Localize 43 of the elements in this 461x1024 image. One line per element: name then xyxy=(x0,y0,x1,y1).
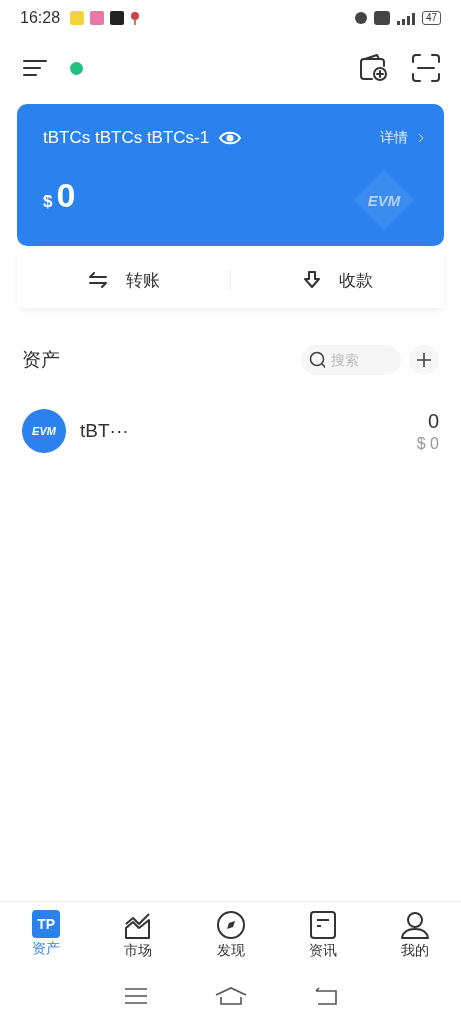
search-bar[interactable]: 搜索 xyxy=(301,345,401,375)
status-time: 16:28 xyxy=(20,9,61,27)
add-wallet-icon[interactable] xyxy=(359,53,389,83)
battery-indicator: 47 xyxy=(421,11,441,25)
location-pin-icon xyxy=(130,11,141,25)
home-icon[interactable] xyxy=(214,986,247,1006)
evm-watermark: EVM xyxy=(354,170,414,230)
news-icon xyxy=(307,910,338,940)
search-icon xyxy=(309,351,325,369)
token-value: $ 0 xyxy=(416,434,439,453)
chevron-right-icon[interactable] xyxy=(418,133,424,143)
add-asset-button[interactable] xyxy=(409,345,439,375)
eye-icon[interactable] xyxy=(219,130,242,146)
tab[interactable]: 资讯 xyxy=(276,906,369,968)
token-logo: EVM xyxy=(22,409,66,453)
tab[interactable]: 发现 xyxy=(184,906,277,968)
tab[interactable]: TP 资产 xyxy=(0,906,93,968)
total-balance: 0 xyxy=(56,176,76,215)
token-amount: 0 xyxy=(427,409,439,433)
assets-heading: 资产 xyxy=(22,348,61,372)
search-input[interactable]: 搜索 xyxy=(329,351,393,369)
app-logo: TP xyxy=(32,910,61,938)
receive-button[interactable]: 收款 xyxy=(231,252,444,308)
tab[interactable]: 市场 xyxy=(92,906,185,968)
wallet-name: tBTCs tBTCs tBTCs-1 xyxy=(43,128,210,148)
scan-icon[interactable] xyxy=(411,53,441,83)
transfer-button[interactable]: 转账 xyxy=(17,252,230,308)
menu-icon[interactable] xyxy=(22,58,48,78)
download-arrow-icon xyxy=(302,271,321,289)
app-notification-icon xyxy=(90,11,105,25)
recent-apps-icon[interactable] xyxy=(123,987,148,1005)
app-notification-icon xyxy=(70,11,85,25)
person-icon xyxy=(399,910,430,940)
plus-icon xyxy=(417,353,431,367)
swap-arrows-icon xyxy=(87,272,108,288)
signal-icon xyxy=(395,11,416,25)
compass-icon xyxy=(215,910,246,940)
asset-row[interactable]: EVM tBT··· 0 $ 0 xyxy=(22,400,439,462)
tab[interactable]: 我的 xyxy=(368,906,461,968)
token-name: tBT··· xyxy=(80,420,130,442)
app-notification-icon xyxy=(110,11,125,25)
currency-symbol: $ xyxy=(43,192,53,212)
back-icon[interactable] xyxy=(313,987,338,1005)
